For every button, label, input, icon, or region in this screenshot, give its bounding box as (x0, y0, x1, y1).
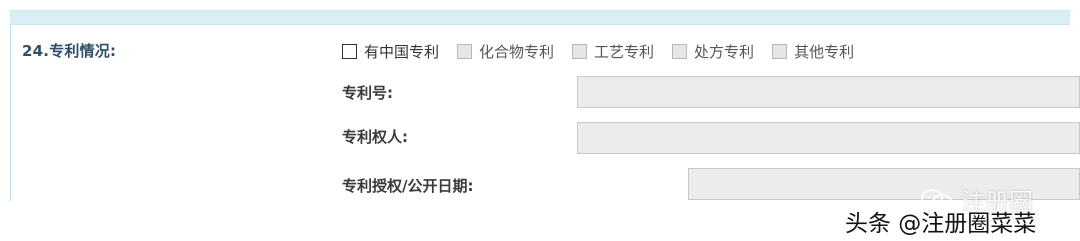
process-patent-checkbox[interactable] (572, 44, 588, 59)
patent-number-label: 专利号: (342, 84, 393, 102)
china-patent-label: 有中国专利 (364, 43, 440, 61)
patent-holder-label: 专利权人: (342, 128, 408, 146)
patent-status-label: 24.专利情况: (22, 42, 117, 60)
patent-date-label: 专利授权/公开日期: (342, 177, 474, 195)
other-patent-checkbox[interactable] (772, 44, 788, 59)
option-formulation-patent[interactable]: 处方专利 (672, 41, 754, 62)
section-header-bar (10, 10, 1070, 25)
process-patent-label: 工艺专利 (594, 43, 655, 61)
formulation-patent-label: 处方专利 (694, 43, 755, 61)
form-screenshot: 24.专利情况: 有中国专利 化合物专利 工艺专利 处方专利 其他专利 专利号:… (0, 0, 1080, 241)
option-compound-patent[interactable]: 化合物专利 (457, 41, 554, 62)
compound-patent-checkbox[interactable] (457, 44, 473, 59)
patent-number-input[interactable] (577, 76, 1080, 108)
china-patent-checkbox[interactable] (342, 44, 357, 59)
option-other-patent[interactable]: 其他专利 (772, 41, 854, 62)
top-background (0, 0, 1080, 10)
option-china-patent[interactable]: 有中国专利 (342, 41, 439, 62)
other-patent-label: 其他专利 (794, 43, 855, 61)
section-left-border (10, 25, 11, 201)
watermark-handle: 头条 @注册圈菜菜 (845, 211, 1037, 237)
compound-patent-label: 化合物专利 (479, 43, 555, 61)
option-process-patent[interactable]: 工艺专利 (572, 41, 654, 62)
patent-holder-input[interactable] (577, 122, 1080, 154)
patent-options-row: 有中国专利 化合物专利 工艺专利 处方专利 其他专利 (342, 41, 854, 62)
formulation-patent-checkbox[interactable] (672, 44, 688, 59)
